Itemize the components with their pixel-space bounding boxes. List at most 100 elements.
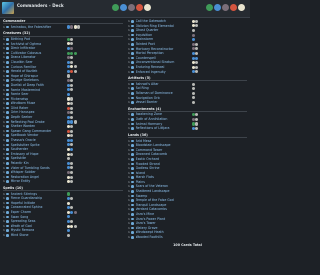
decklist-right-column: 1 Call the Gatewatch 1 Oblivion Ring Elemen… bbox=[128, 19, 247, 247]
mana-symbol-icon bbox=[195, 47, 199, 51]
card-type-icon bbox=[6, 166, 9, 170]
mana-symbol-icon bbox=[191, 33, 195, 37]
card-type-icon bbox=[6, 157, 9, 160]
card-row[interactable]: 1 Wooded Foothills bbox=[128, 235, 247, 240]
mana-cost bbox=[66, 51, 77, 55]
artifact-list: 1 Ashnod's Altar 1 Sol Ring 1 Talisman of Dom… bbox=[128, 82, 247, 105]
card-type-icon bbox=[131, 82, 134, 86]
card-name-link[interactable]: Vessel Barrier bbox=[136, 100, 192, 105]
mana-cost bbox=[66, 129, 74, 133]
mana-cost bbox=[66, 83, 74, 87]
mana-pip-icon[interactable] bbox=[206, 4, 213, 11]
card-type-icon bbox=[131, 213, 134, 216]
mana-cost bbox=[191, 38, 195, 42]
mana-pip-icon[interactable] bbox=[214, 4, 221, 11]
card-name-link[interactable]: Reflections of Littjara bbox=[136, 126, 192, 131]
card-type-icon bbox=[6, 201, 9, 205]
enchantment-list: 1 Awakening Zone 1 Oath of Annihilation 1 Ani… bbox=[128, 112, 247, 130]
card-type-icon bbox=[131, 118, 134, 121]
mana-cost bbox=[66, 115, 74, 119]
card-type-icon bbox=[131, 148, 134, 152]
mana-symbol-icon bbox=[70, 161, 74, 165]
mana-symbol-icon bbox=[70, 147, 74, 152]
commander-avatar[interactable] bbox=[2, 2, 14, 14]
card-type-icon bbox=[6, 93, 9, 96]
card-type-icon bbox=[6, 152, 9, 156]
decklist-left-column: Commander 1 Aminatou, the Fateshifter Cre… bbox=[3, 19, 123, 238]
mana-cost bbox=[66, 60, 74, 64]
mana-symbol-icon bbox=[66, 201, 70, 205]
mana-symbol-icon bbox=[70, 129, 74, 133]
card-type-icon bbox=[131, 185, 134, 189]
mana-symbol-icon bbox=[70, 60, 74, 64]
mana-pip-icon[interactable] bbox=[238, 4, 245, 11]
mana-cost bbox=[66, 201, 70, 205]
mana-symbol-icon bbox=[70, 46, 74, 50]
mana-pip-icon[interactable] bbox=[112, 4, 119, 11]
spell-list: 1 Ancient Stirrings 1 Fierce Guardianship 1 H… bbox=[3, 192, 123, 238]
card-type-icon bbox=[131, 208, 134, 212]
card-type-icon bbox=[6, 102, 9, 105]
mana-pip-icon[interactable] bbox=[144, 4, 151, 11]
mana-cost bbox=[191, 24, 199, 28]
mana-pip-icon[interactable] bbox=[128, 4, 135, 11]
card-type-icon bbox=[6, 143, 9, 147]
mana-symbol-icon bbox=[70, 175, 74, 179]
mana-cost bbox=[66, 197, 74, 201]
card-type-icon bbox=[6, 111, 9, 115]
card-type-icon bbox=[6, 234, 9, 237]
mana-cost bbox=[66, 88, 74, 92]
card-type-icon bbox=[131, 236, 134, 239]
card-type-icon bbox=[131, 38, 134, 41]
mana-cost bbox=[191, 19, 199, 23]
mana-symbol-icon bbox=[195, 117, 199, 121]
mana-symbol-icon bbox=[66, 215, 70, 219]
card-row[interactable]: 1 Mind Stone bbox=[3, 233, 123, 238]
mana-cost bbox=[191, 42, 199, 46]
card-type-icon bbox=[131, 139, 134, 143]
mana-symbol-icon bbox=[195, 61, 199, 65]
card-name-link[interactable]: Enforced Ingenuity bbox=[136, 70, 192, 75]
mana-pip-icon[interactable] bbox=[120, 4, 127, 11]
mana-symbol-icon bbox=[73, 210, 77, 214]
card-type-icon bbox=[131, 29, 134, 32]
mana-cost bbox=[66, 25, 81, 29]
mana-cost bbox=[66, 210, 77, 214]
color-identity-right bbox=[206, 4, 245, 12]
instant-sorcery-list: 1 Call the Gatewatch 1 Oblivion Ring Elemen… bbox=[128, 19, 247, 74]
mana-cost bbox=[191, 28, 195, 33]
card-type-icon bbox=[6, 125, 9, 128]
mana-pip-icon[interactable] bbox=[230, 4, 237, 11]
mana-cost bbox=[191, 33, 195, 37]
mana-symbol-icon bbox=[73, 224, 77, 228]
mana-cost bbox=[66, 206, 74, 210]
mana-cost bbox=[191, 82, 195, 86]
color-identity-left bbox=[112, 4, 151, 12]
card-type-icon bbox=[6, 88, 9, 92]
card-name-link[interactable]: Wooded Foothills bbox=[136, 235, 192, 240]
mana-cost bbox=[66, 215, 70, 219]
card-name-link[interactable]: Aminatou, the Fateshifter bbox=[11, 25, 67, 30]
mana-symbol-icon bbox=[70, 115, 74, 119]
card-name-link[interactable]: Mind Stone bbox=[11, 233, 67, 238]
mana-cost bbox=[66, 170, 74, 175]
mana-cost bbox=[66, 152, 74, 156]
mana-symbol-icon bbox=[70, 97, 74, 101]
mana-symbol-icon bbox=[70, 134, 74, 138]
mana-cost bbox=[66, 102, 74, 106]
mana-symbol-icon bbox=[70, 143, 74, 147]
card-type-icon bbox=[131, 231, 134, 234]
mana-symbol-icon bbox=[70, 106, 74, 110]
mana-symbol-icon bbox=[70, 219, 74, 224]
card-type-icon bbox=[6, 79, 9, 82]
mana-pip-icon[interactable] bbox=[222, 4, 229, 11]
mana-cost bbox=[191, 47, 199, 51]
section-enchantments: Enchantments (4) bbox=[128, 107, 247, 113]
mana-symbol-icon bbox=[70, 65, 74, 69]
card-total: 100 Cards Total bbox=[173, 242, 202, 247]
mana-cost bbox=[66, 134, 74, 138]
mana-pip-icon[interactable] bbox=[136, 4, 143, 11]
card-name-link[interactable]: Mirror Entity bbox=[11, 179, 67, 184]
creature-list: 1 Birthing Pod 1 Archivist of Oghma 1 Dimir I… bbox=[3, 37, 123, 184]
mana-symbol-icon bbox=[70, 51, 74, 55]
